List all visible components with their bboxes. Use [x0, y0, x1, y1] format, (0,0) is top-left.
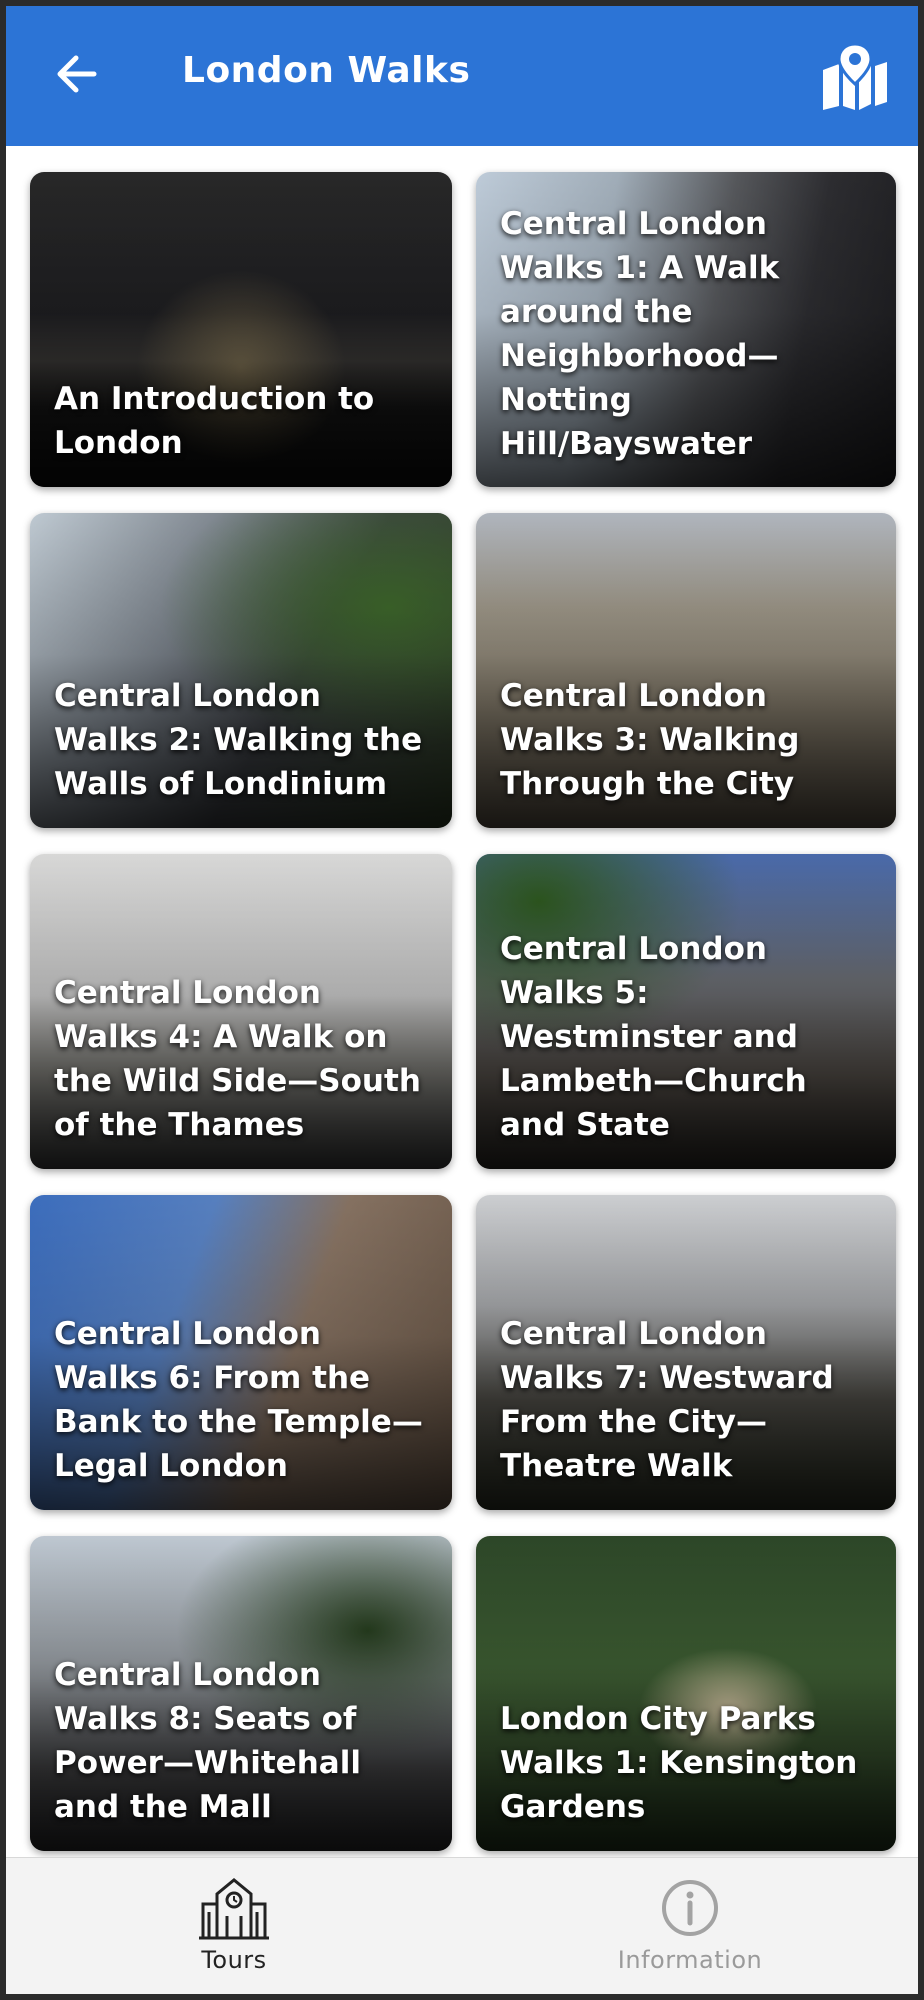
arrow-left-icon [57, 55, 97, 93]
tour-card-walk-5[interactable]: Central London Walks 5: Westminster and … [476, 854, 896, 1169]
tour-title: Central London Walks 8: Seats of Power—W… [54, 1657, 361, 1825]
tour-title: An Introduction to London [54, 381, 375, 461]
page-title: London Walks [182, 50, 471, 91]
tour-card-walk-8[interactable]: Central London Walks 8: Seats of Power—W… [30, 1536, 452, 1851]
tour-card-introduction[interactable]: An Introduction to London [30, 172, 452, 487]
building-clock-icon [199, 1878, 269, 1940]
tour-card-walk-4[interactable]: Central London Walks 4: A Walk on the Wi… [30, 854, 452, 1169]
tab-information[interactable]: Information [462, 1858, 918, 1994]
tour-title: London City Parks Walks 1: Kensington Ga… [500, 1701, 858, 1825]
tour-card-walk-3[interactable]: Central London Walks 3: Walking Through … [476, 513, 896, 828]
tour-title: Central London Walks 5: Westminster and … [500, 931, 807, 1143]
tab-tours[interactable]: Tours [6, 1858, 462, 1994]
app-screen: London Walks An Introduction to London C… [0, 0, 924, 2000]
tour-title: Central London Walks 1: A Walk around th… [500, 206, 780, 462]
tour-card-walk-1[interactable]: Central London Walks 1: A Walk around th… [476, 172, 896, 487]
tour-title: Central London Walks 3: Walking Through … [500, 678, 800, 802]
bottom-navigation: Tours Information [6, 1857, 918, 1994]
tours-grid: An Introduction to London Central London… [30, 172, 900, 1851]
info-circle-icon [662, 1880, 718, 1936]
tour-title: Central London Walks 2: Walking the Wall… [54, 678, 423, 802]
tour-title: Central London Walks 6: From the Bank to… [54, 1316, 423, 1484]
tab-tours-label: Tours [201, 1946, 267, 1974]
tour-card-walk-7[interactable]: Central London Walks 7: Westward From th… [476, 1195, 896, 1510]
tour-title: Central London Walks 4: A Walk on the Wi… [54, 975, 421, 1143]
map-pin-icon [823, 44, 887, 110]
tour-card-walk-6[interactable]: Central London Walks 6: From the Bank to… [30, 1195, 452, 1510]
tour-card-parks-1[interactable]: London City Parks Walks 1: Kensington Ga… [476, 1536, 896, 1851]
tour-card-walk-2[interactable]: Central London Walks 2: Walking the Wall… [30, 513, 452, 828]
tab-information-label: Information [617, 1946, 763, 1974]
app-bar: London Walks [6, 6, 918, 146]
tour-title: Central London Walks 7: Westward From th… [500, 1316, 834, 1484]
map-button[interactable] [816, 42, 892, 112]
back-button[interactable] [46, 44, 106, 104]
